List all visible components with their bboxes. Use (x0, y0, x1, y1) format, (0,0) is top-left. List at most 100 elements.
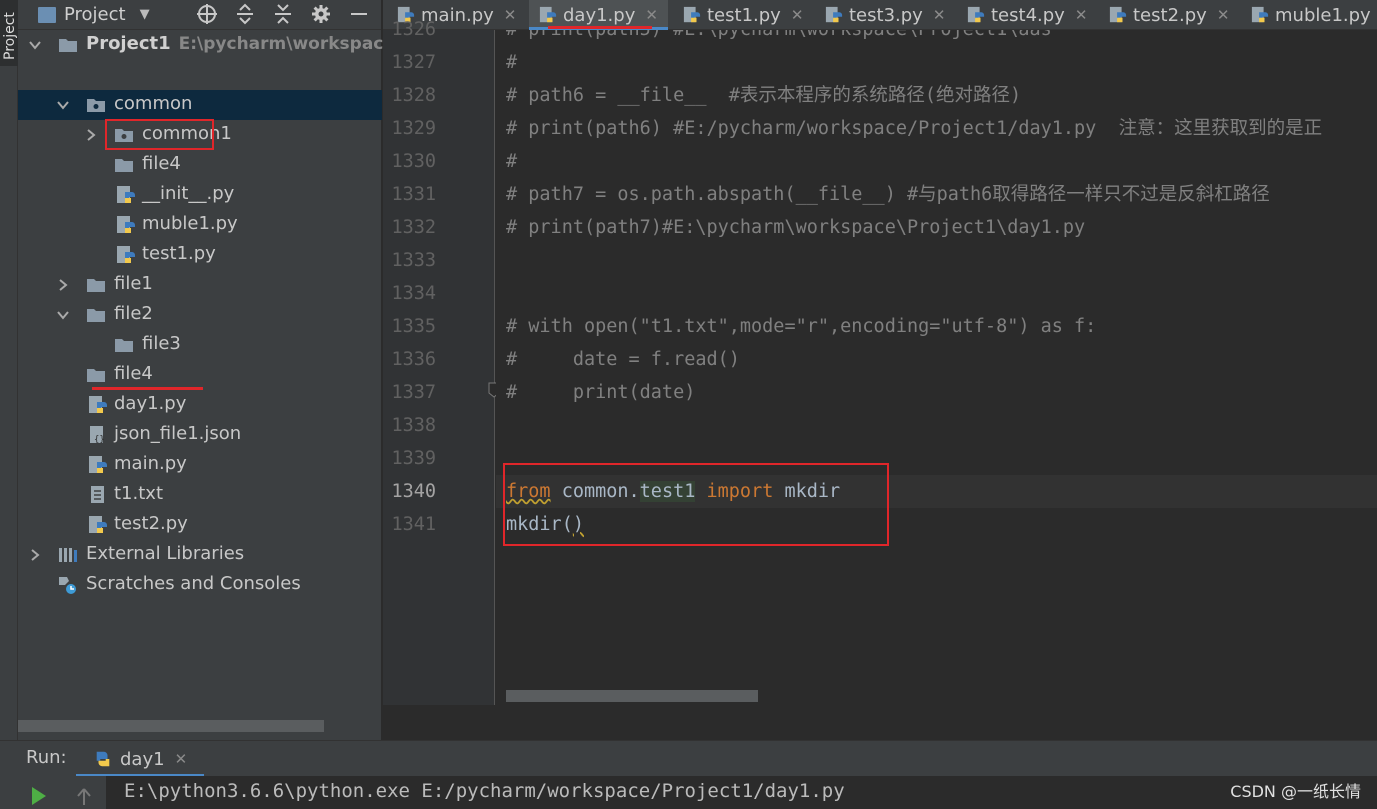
tree-item-label: test2.py (114, 513, 188, 534)
code-line: # print(path6) #E:/pycharm/workspace/Pro… (506, 118, 1323, 139)
locate-icon[interactable] (195, 2, 219, 26)
expand-all-icon[interactable] (233, 2, 257, 26)
tree-item-test2-py[interactable]: test2.py (18, 510, 382, 540)
line-number: 1332 (391, 217, 436, 238)
project-view-icon (38, 6, 56, 23)
tree-item-file1[interactable]: file1 (18, 270, 382, 300)
json-file-icon: {} (90, 426, 105, 445)
line-number: 1341 (391, 514, 436, 535)
tree-item-label: External Libraries (86, 543, 245, 564)
folder-icon (115, 339, 133, 352)
tree-item-file4-in-common[interactable]: file4 (18, 150, 382, 180)
tree-item-init-py[interactable]: __init__.py (18, 180, 382, 210)
line-number: 1329 (391, 118, 436, 139)
python-file-icon (117, 246, 135, 263)
tab-test3-py[interactable]: test3.py ✕ (825, 0, 945, 30)
package-folder-icon (87, 99, 105, 112)
python-file-icon (967, 6, 985, 23)
annotation-underline-day1 (92, 387, 203, 390)
code-line: # print(date) (506, 382, 696, 403)
project-panel-header: Project ▼ (18, 0, 381, 30)
project-panel-scrollbar[interactable] (18, 720, 324, 732)
scratches-icon (59, 577, 76, 594)
tree-item-file3[interactable]: file3 (18, 330, 382, 360)
line-number: 1336 (391, 349, 436, 370)
folder-icon (87, 279, 105, 292)
tree-item-test1-py[interactable]: test1.py (18, 240, 382, 270)
chevron-down-icon[interactable] (56, 98, 70, 112)
tab-label: day1.py (563, 4, 636, 26)
console-toolbar (0, 776, 106, 809)
tree-item-muble1-py[interactable]: muble1.py (18, 210, 382, 240)
tree-item-file2[interactable]: file2 (18, 300, 382, 330)
line-number-current: 1340 (391, 481, 436, 502)
close-icon[interactable]: ✕ (1217, 6, 1230, 24)
code-line: # with open("t1.txt",mode="r",encoding="… (506, 316, 1097, 337)
chevron-down-icon: ▼ (139, 7, 150, 22)
folder-icon (87, 309, 105, 322)
close-icon[interactable]: ✕ (645, 6, 658, 24)
line-number: 1335 (391, 316, 436, 337)
close-icon[interactable]: ✕ (1075, 6, 1088, 24)
tree-item-project1[interactable]: Project1 E:\pycharm\workspace\P (18, 30, 414, 60)
python-file-icon (89, 456, 107, 473)
chevron-right-icon[interactable] (28, 548, 42, 562)
run-tab-day1[interactable]: day1 ✕ (76, 741, 204, 777)
hide-panel-icon[interactable] (347, 2, 371, 26)
run-panel-header: Run: day1 ✕ (0, 740, 1377, 777)
tree-item-label: file2 (114, 303, 153, 324)
chevron-right-icon[interactable] (56, 278, 70, 292)
chevron-down-icon[interactable] (28, 38, 42, 52)
tree-item-common[interactable]: common (18, 90, 382, 120)
project-tool-window-label: Project (2, 12, 18, 60)
tab-test4-py[interactable]: test4.py ✕ (967, 0, 1087, 30)
project-toolbar (195, 2, 371, 26)
project-view-label: Project (64, 4, 126, 25)
chevron-right-icon[interactable] (84, 128, 98, 142)
close-icon[interactable]: ✕ (791, 6, 804, 24)
python-file-icon (539, 6, 557, 23)
editor-scrollbar[interactable] (506, 690, 758, 702)
gear-icon[interactable] (309, 2, 333, 26)
run-label: Run: (26, 747, 67, 768)
arrow-up-icon[interactable] (74, 786, 94, 806)
close-icon[interactable]: ✕ (933, 6, 946, 24)
code-line: # print(path5) #E:\pycharm\workspace\Pro… (506, 30, 1052, 46)
close-icon[interactable]: ✕ (504, 6, 517, 24)
watermark: CSDN @一纸长情 (1230, 782, 1361, 801)
line-number: 1331 (391, 184, 436, 205)
tree-item-day1-py[interactable]: day1.py (18, 390, 382, 420)
run-icon[interactable] (30, 786, 48, 806)
tree-item-t1-txt[interactable]: t1.txt (18, 480, 382, 510)
project-path: E:\pycharm\workspace\P (178, 34, 414, 54)
project-panel: Project ▼ Project1 E:\pycharm\workspace\P… (18, 0, 414, 740)
project-view-selector[interactable]: Project ▼ (38, 4, 150, 25)
annotation-highlight-file4 (105, 119, 214, 150)
tree-item-main-py[interactable]: main.py (18, 450, 382, 480)
python-file-icon (117, 186, 135, 203)
line-number-gutter: 1326 1327 1328 1329 1330 1331 1332 1333 … (383, 19, 500, 705)
tree-item-scratches[interactable]: Scratches and Consoles (18, 570, 382, 600)
chevron-down-icon[interactable] (56, 308, 70, 322)
python-run-icon (96, 751, 110, 767)
code-line: # path7 = os.path.abspath(__file__) #与pa… (506, 184, 1270, 205)
tab-muble1-py[interactable]: muble1.py (1251, 0, 1371, 30)
tree-item-label: Project1 E:\pycharm\workspace\P (86, 33, 414, 54)
tree-item-json-file1[interactable]: {} json_file1.json (18, 420, 382, 450)
tab-test1-py[interactable]: test1.py ✕ (683, 0, 803, 30)
tree-item-file4[interactable]: file4 (18, 360, 382, 390)
tab-test2-py[interactable]: test2.py ✕ (1109, 0, 1229, 30)
code-editor[interactable]: # print(path5) #E:\pycharm\workspace\Pro… (496, 30, 1377, 705)
tab-label: muble1.py (1275, 4, 1371, 26)
tree-item-label: common (114, 93, 193, 114)
editor-tab-bar: main.py ✕ day1.py ✕ test1.py ✕ test3.py … (383, 0, 1377, 30)
folder-icon (87, 369, 105, 382)
code-line: # (506, 151, 518, 172)
run-tab-label: day1 (120, 748, 165, 770)
close-icon[interactable]: ✕ (175, 750, 188, 768)
tree-item-external-libraries[interactable]: External Libraries (18, 540, 382, 570)
python-file-icon (117, 216, 135, 233)
collapse-all-icon[interactable] (271, 2, 295, 26)
line-number: 1330 (391, 151, 436, 172)
project-tool-window-tab[interactable]: Project (0, 0, 18, 66)
